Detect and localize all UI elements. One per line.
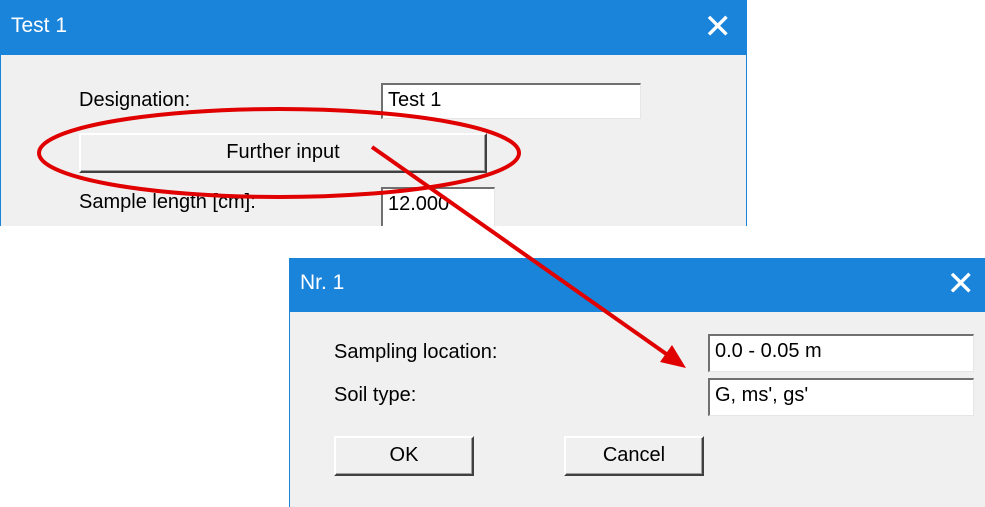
sample-details-title: Nr. 1: [300, 271, 345, 294]
sample-length-label: Sample length [cm]:: [79, 191, 256, 213]
test-dialog-title: Test 1: [11, 14, 68, 37]
cancel-button[interactable]: Cancel: [564, 436, 704, 476]
sample-details-dialog: Nr. 1 ✕ Sampling location: 0.0 - 0.05 m …: [289, 258, 985, 507]
designation-field[interactable]: Test 1: [381, 83, 641, 119]
designation-label: Designation:: [79, 89, 191, 111]
sampling-location-field[interactable]: 0.0 - 0.05 m: [708, 334, 974, 372]
sample-length-field[interactable]: 12.000: [381, 187, 495, 226]
soil-type-label: Soil type:: [334, 384, 417, 406]
sampling-location-label: Sampling location:: [334, 341, 498, 363]
test-dialog: Test 1 ✕ Designation: Test 1 Further inp…: [0, 0, 747, 226]
ok-button[interactable]: OK: [334, 436, 474, 476]
close-icon[interactable]: ✕: [947, 262, 976, 306]
test-dialog-titlebar[interactable]: Test 1 ✕: [1, 1, 746, 55]
soil-type-field[interactable]: G, ms', gs': [708, 378, 974, 416]
close-icon[interactable]: ✕: [704, 5, 733, 49]
sample-details-titlebar[interactable]: Nr. 1 ✕: [290, 258, 985, 312]
further-input-button[interactable]: Further input: [79, 133, 487, 173]
